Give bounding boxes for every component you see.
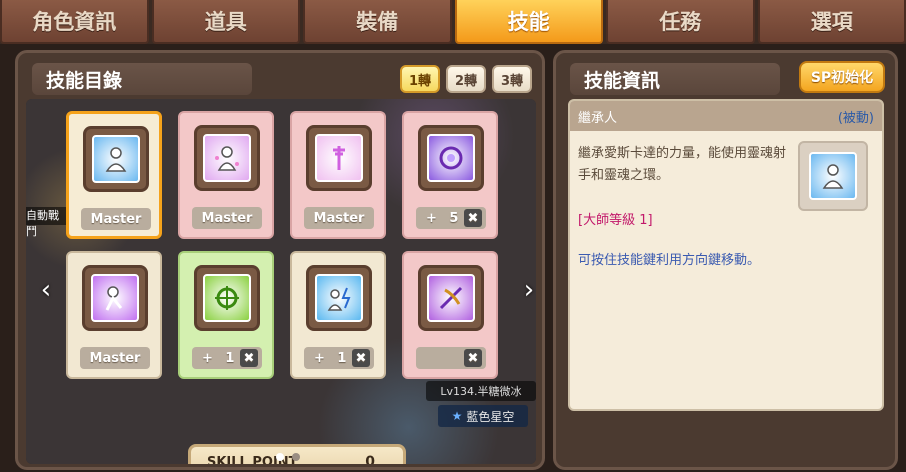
page-indicator xyxy=(276,453,300,461)
skill-master-level: [大師等級 1] xyxy=(578,213,653,228)
crossbow-icon xyxy=(427,274,475,322)
character-name-tag: Lv134.半糖微冰 xyxy=(426,381,536,401)
skill-level-label: Master xyxy=(80,347,150,369)
skill-level-label: + 1 0 ✖ xyxy=(304,347,374,369)
tab-skills[interactable]: 技能 xyxy=(454,0,603,44)
job-tab-2[interactable]: 2轉 xyxy=(446,65,486,93)
skill-level-label: Master xyxy=(81,208,151,230)
skill-card[interactable]: ✖ xyxy=(402,251,498,379)
skill-description: 繼承愛斯卡達的力量，能使用靈魂射手和靈魂之環。 xyxy=(578,146,787,183)
selected-skill-icon-frame xyxy=(798,141,868,211)
skill-grid: 自動戰鬥 ‹ › Master Master Master + 5 ✖ Mast… xyxy=(26,99,536,464)
tab-character-info[interactable]: 角色資訊 xyxy=(0,0,149,44)
remove-skill-button[interactable]: ✖ xyxy=(464,349,482,367)
tab-items[interactable]: 道具 xyxy=(151,0,300,44)
skill-info-panel: 技能資訊 SP初始化 繼承人 (被動) 繼承愛斯卡達的力量，能使用靈魂射手和靈魂… xyxy=(553,50,898,470)
skill-level-label: Master xyxy=(192,207,262,229)
remove-skill-button[interactable]: ✖ xyxy=(352,349,370,367)
main-tab-bar: 角色資訊 道具 裝備 技能 任務 選項 xyxy=(0,0,906,44)
lightning-person-icon xyxy=(315,274,363,322)
skill-card[interactable]: Master xyxy=(290,111,386,239)
skill-icon-frame xyxy=(83,126,149,192)
skill-card[interactable]: Master xyxy=(178,111,274,239)
skill-tip: 可按住技能鍵利用方向鍵移動。 xyxy=(578,253,761,268)
job-tab-3[interactable]: 3轉 xyxy=(492,65,532,93)
job-advancement-tabs: 1轉 2轉 3轉 xyxy=(400,65,532,93)
skill-card[interactable]: Master xyxy=(66,111,162,239)
character-guild-tag: ★ 藍色星空 xyxy=(438,405,528,427)
skill-list-title: 技能目錄 xyxy=(32,63,252,95)
skill-point-value: 0 xyxy=(365,454,375,464)
skill-level-label: + 5 ✖ xyxy=(416,207,486,229)
person-aura-icon xyxy=(92,135,140,183)
skill-level-label: Master xyxy=(304,207,374,229)
skill-card[interactable]: Master xyxy=(66,251,162,379)
next-page-arrow-icon[interactable]: › xyxy=(519,277,536,303)
dash-person-icon xyxy=(91,274,139,322)
skill-icon-frame xyxy=(194,265,260,331)
remove-skill-button[interactable]: ✖ xyxy=(240,349,258,367)
skill-card[interactable]: + 1 5 ✖ xyxy=(178,251,274,379)
green-compass-icon xyxy=(203,274,251,322)
auto-battle-label: 自動戰鬥 xyxy=(26,207,66,238)
job-tab-1[interactable]: 1轉 xyxy=(400,65,440,93)
tab-equipment[interactable]: 裝備 xyxy=(303,0,452,44)
page-dot xyxy=(292,453,300,461)
person-aura-icon xyxy=(809,152,857,200)
skill-type: (被動) xyxy=(837,110,874,126)
skill-level-value: + 5 xyxy=(426,210,463,226)
tab-options[interactable]: 選項 xyxy=(757,0,906,44)
remove-skill-button[interactable]: ✖ xyxy=(464,209,482,227)
skill-name: 繼承人 xyxy=(578,110,618,126)
skill-level-label: ✖ xyxy=(416,347,486,369)
skill-icon-frame xyxy=(306,125,372,191)
skill-icon-frame xyxy=(418,265,484,331)
sp-reset-button[interactable]: SP初始化 xyxy=(799,61,885,93)
prev-page-arrow-icon[interactable]: ‹ xyxy=(36,277,56,303)
skill-level-label: + 1 5 ✖ xyxy=(192,347,262,369)
skill-icon-frame xyxy=(306,265,372,331)
skill-info-box: 繼承人 (被動) 繼承愛斯卡達的力量，能使用靈魂射手和靈魂之環。 [大師等級 1… xyxy=(568,99,884,411)
tab-quests[interactable]: 任務 xyxy=(606,0,755,44)
skill-list-panel: 技能目錄 1轉 2轉 3轉 自動戰鬥 ‹ › Master Master Mas… xyxy=(15,50,545,470)
skill-icon-frame xyxy=(194,125,260,191)
skill-card[interactable]: + 5 ✖ xyxy=(402,111,498,239)
skill-icon-frame xyxy=(418,125,484,191)
skill-icon-frame xyxy=(82,265,148,331)
guild-name: 藍色星空 xyxy=(466,409,515,424)
skill-card[interactable]: + 1 0 ✖ xyxy=(290,251,386,379)
skill-info-header: 繼承人 (被動) xyxy=(570,101,882,131)
star-icon: ★ xyxy=(451,409,463,423)
skill-info-title: 技能資訊 xyxy=(570,63,780,95)
purple-orb-icon xyxy=(427,134,475,182)
soul-ring-icon xyxy=(315,134,363,182)
person-sparkle-icon xyxy=(203,134,251,182)
page-dot xyxy=(276,453,284,461)
